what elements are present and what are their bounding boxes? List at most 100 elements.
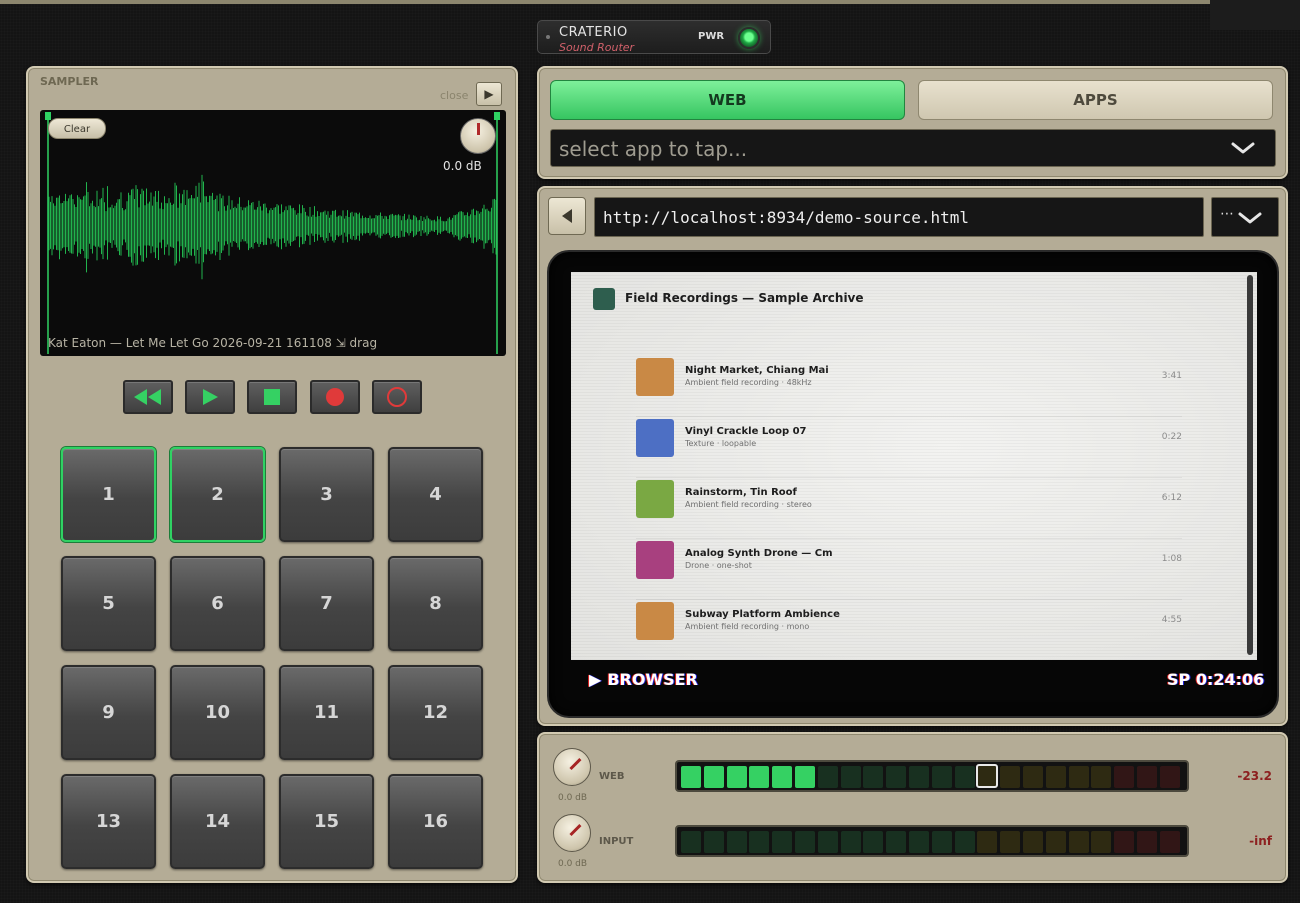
meter-segment bbox=[817, 766, 838, 788]
record-button[interactable] bbox=[310, 380, 360, 414]
chevron-down-icon bbox=[1238, 210, 1262, 229]
meter-segment bbox=[1045, 831, 1066, 853]
recording-title: Vinyl Crackle Loop 07 bbox=[685, 426, 807, 437]
stop-icon bbox=[249, 382, 295, 412]
meter-segment bbox=[886, 831, 907, 853]
browser-viewport[interactable]: Field Recordings — Sample Archive Night … bbox=[571, 272, 1257, 660]
list-item[interactable]: Rainstorm, Tin Roof Ambient field recordi… bbox=[636, 478, 1182, 539]
more-dots-icon: ⋯ bbox=[1220, 206, 1234, 222]
web-channel-label: WEB bbox=[599, 771, 625, 782]
pad-1[interactable]: 1 bbox=[61, 447, 156, 542]
pad-14[interactable]: 14 bbox=[170, 774, 265, 869]
meter-segment bbox=[1000, 766, 1021, 788]
pad-9[interactable]: 9 bbox=[61, 665, 156, 760]
waveform bbox=[45, 112, 500, 354]
close-button[interactable]: ▶ bbox=[476, 82, 502, 106]
loop-record-button[interactable] bbox=[372, 380, 422, 414]
sampler-title: SAMPLER bbox=[40, 75, 99, 88]
sample-caption[interactable]: Kat Eaton — Let Me Let Go 2026-09-21 161… bbox=[48, 336, 377, 350]
loop-record-icon bbox=[374, 382, 420, 412]
waveform-display[interactable]: Clear 0.0 dB Kat Eaton — Let Me Let Go 2… bbox=[40, 110, 506, 356]
power-led-button[interactable] bbox=[738, 27, 760, 49]
meter-segment bbox=[1023, 766, 1043, 788]
brand-subtitle: Sound Router bbox=[559, 41, 635, 54]
chevron-down-icon bbox=[1231, 140, 1255, 160]
brand-name: CRATERIO bbox=[559, 25, 628, 40]
meter-segment bbox=[681, 766, 701, 788]
pad-12[interactable]: 12 bbox=[388, 665, 483, 760]
pad-2[interactable]: 2 bbox=[170, 447, 265, 542]
tab-web[interactable]: WEB bbox=[550, 80, 905, 120]
recording-thumbnail bbox=[636, 602, 674, 640]
pad-10[interactable]: 10 bbox=[170, 665, 265, 760]
recording-duration: 0:22 bbox=[1161, 432, 1182, 442]
gain-knob[interactable] bbox=[460, 118, 496, 154]
meter-segment bbox=[886, 766, 907, 788]
gain-db-readout: 0.0 dB bbox=[443, 159, 482, 173]
recording-duration: 1:08 bbox=[1161, 554, 1182, 564]
source-panel: WEB APPS select app to tap... bbox=[537, 66, 1288, 179]
recording-subtitle: Ambient field recording · mono bbox=[685, 622, 810, 631]
tab-apps[interactable]: APPS bbox=[918, 80, 1273, 120]
play-button[interactable] bbox=[185, 380, 235, 414]
input-level-meter bbox=[675, 825, 1189, 857]
url-input[interactable]: http://localhost:8934/demo-source.html bbox=[594, 197, 1204, 237]
web-gain-knob[interactable] bbox=[553, 748, 591, 786]
top-edge bbox=[0, 0, 1210, 4]
pad-8[interactable]: 8 bbox=[388, 556, 483, 651]
viewport-scrollbar[interactable] bbox=[1247, 275, 1253, 655]
meters-panel: 0.0 dB WEB -23.2 0.0 dB INPUT -inf bbox=[537, 732, 1288, 883]
meter-segment bbox=[726, 766, 747, 788]
pad-5[interactable]: 5 bbox=[61, 556, 156, 651]
recording-title: Rainstorm, Tin Roof bbox=[685, 487, 797, 498]
list-item[interactable]: Night Market, Chiang Mai Ambient field re… bbox=[636, 356, 1182, 417]
clear-button[interactable]: Clear bbox=[48, 118, 106, 139]
meter-segment bbox=[1091, 831, 1112, 853]
stop-button[interactable] bbox=[247, 380, 297, 414]
rewind-button[interactable] bbox=[123, 380, 173, 414]
list-item[interactable]: Subway Platform Ambience Ambient field re… bbox=[636, 600, 1182, 660]
recording-duration: 6:12 bbox=[1161, 493, 1182, 503]
url-history-dropdown[interactable]: ⋯ bbox=[1211, 197, 1279, 237]
meter-segment bbox=[749, 831, 770, 853]
meter-segment bbox=[1068, 766, 1089, 788]
meter-segment bbox=[703, 831, 724, 853]
meter-segment bbox=[1045, 766, 1066, 788]
meter-segment bbox=[909, 831, 929, 853]
recording-subtitle: Texture · loopable bbox=[685, 439, 757, 448]
end-handle bbox=[494, 112, 500, 120]
meter-segment bbox=[954, 766, 975, 788]
web-level-value: -23.2 bbox=[1237, 769, 1272, 783]
recording-duration: 4:55 bbox=[1161, 615, 1182, 625]
pad-3[interactable]: 3 bbox=[279, 447, 374, 542]
back-button[interactable] bbox=[548, 197, 586, 235]
browser-panel: http://localhost:8934/demo-source.html ⋯… bbox=[537, 186, 1288, 726]
list-item[interactable]: Vinyl Crackle Loop 07 Texture · loopable 0… bbox=[636, 417, 1182, 478]
pad-7[interactable]: 7 bbox=[279, 556, 374, 651]
web-knob-db: 0.0 dB bbox=[558, 793, 588, 803]
app-select-dropdown[interactable]: select app to tap... bbox=[550, 129, 1276, 167]
power-label: PWR bbox=[698, 31, 725, 42]
play-icon bbox=[187, 382, 233, 412]
pad-15[interactable]: 15 bbox=[279, 774, 374, 869]
start-handle bbox=[45, 112, 51, 120]
meter-segment bbox=[931, 831, 952, 853]
pad-6[interactable]: 6 bbox=[170, 556, 265, 651]
recording-title: Night Market, Chiang Mai bbox=[685, 365, 829, 376]
meter-segment bbox=[954, 831, 975, 853]
web-level-meter bbox=[675, 760, 1189, 792]
meter-segment bbox=[1023, 831, 1043, 853]
pad-11[interactable]: 11 bbox=[279, 665, 374, 760]
recording-thumbnail bbox=[636, 480, 674, 518]
waveform-path bbox=[48, 174, 497, 280]
osd-source-label: ▶ BROWSER bbox=[589, 670, 698, 689]
input-gain-knob[interactable] bbox=[553, 814, 591, 852]
pad-13[interactable]: 13 bbox=[61, 774, 156, 869]
pad-4[interactable]: 4 bbox=[388, 447, 483, 542]
site-title: Field Recordings — Sample Archive bbox=[625, 291, 864, 305]
pad-16[interactable]: 16 bbox=[388, 774, 483, 869]
meter-segment bbox=[1159, 766, 1180, 788]
osd-label-text: BROWSER bbox=[607, 670, 698, 689]
meter-segment bbox=[817, 831, 838, 853]
list-item[interactable]: Analog Synth Drone — Cm Drone · one-shot 1… bbox=[636, 539, 1182, 600]
